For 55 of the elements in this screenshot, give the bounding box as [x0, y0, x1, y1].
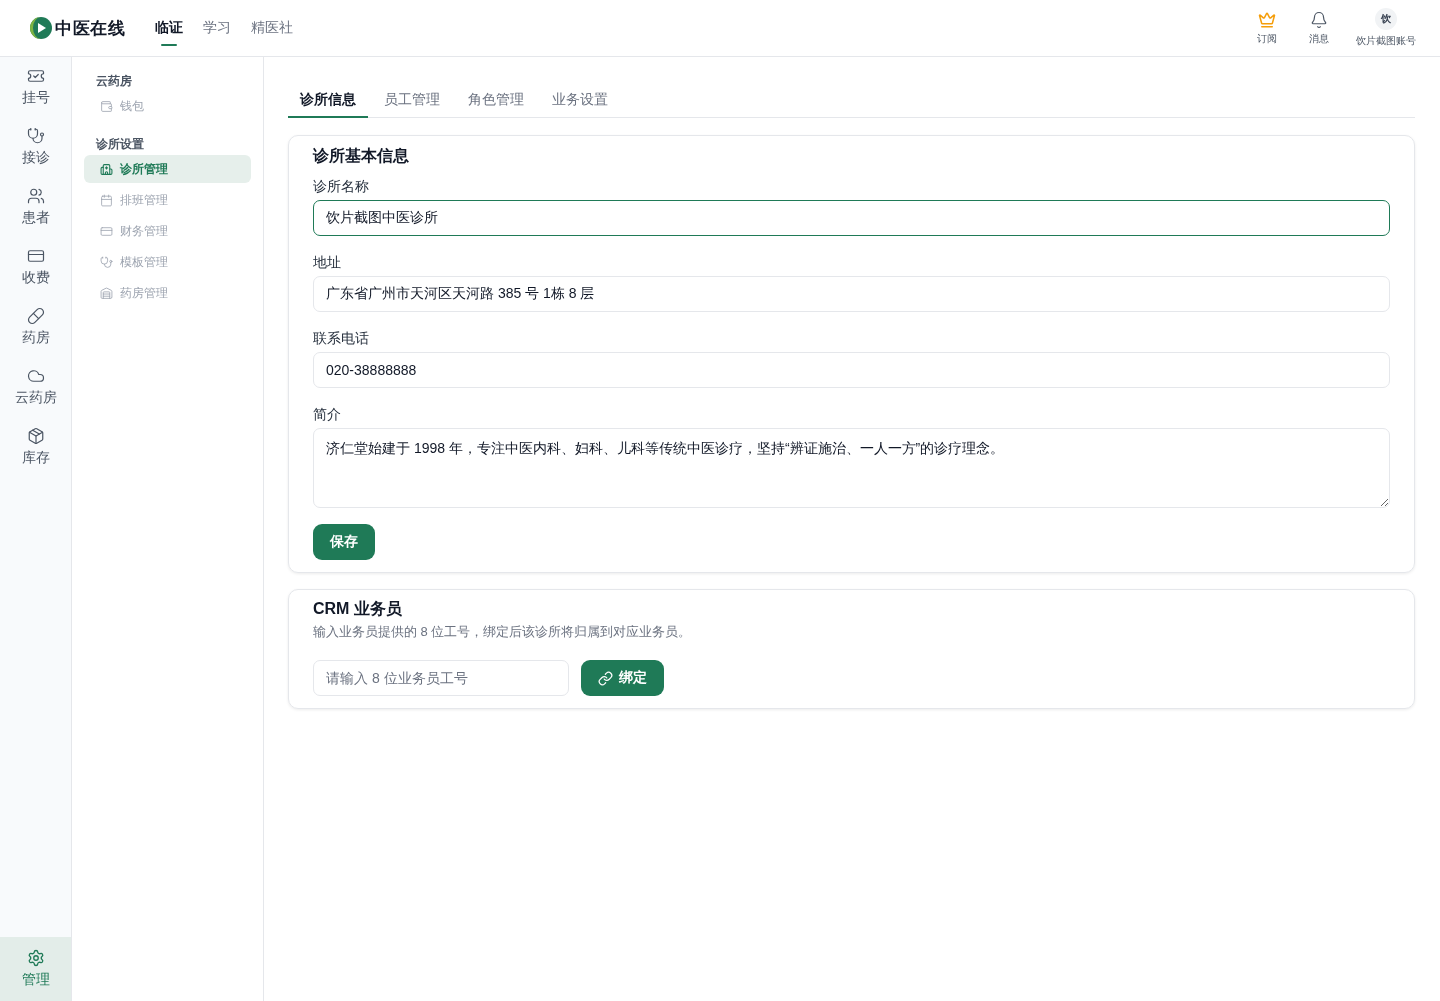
warehouse-icon — [100, 286, 113, 300]
ticket-icon — [26, 67, 45, 85]
card-title: 诊所基本信息 — [313, 146, 410, 166]
tab[interactable]: 员工管理 — [372, 81, 452, 118]
logo-icon — [30, 17, 52, 39]
input-field[interactable]: 饮片截图中医诊所 — [313, 200, 1390, 236]
field-label: 简介 — [313, 405, 342, 424]
field-label: 诊所名称 — [313, 177, 370, 196]
input-field[interactable]: 广东省广州市天河区天河路 385 号 1栋 8 层 — [313, 276, 1390, 312]
save-button[interactable]: 保存 — [313, 524, 375, 560]
rail-item[interactable]: 管理 — [0, 937, 71, 1001]
card-title: CRM 业务员 — [313, 599, 403, 619]
card-description: 输入业务员提供的 8 位工号，绑定后该诊所将归属到对应业务员。 — [313, 623, 693, 641]
rail-item[interactable]: 收费 — [0, 241, 71, 293]
subscribe-button[interactable]: 订阅 — [1252, 10, 1282, 46]
logo-text: 中医在线 — [55, 17, 125, 40]
bell-icon — [1310, 10, 1328, 29]
nav-tab[interactable]: 学习 — [203, 0, 231, 56]
tab[interactable]: 角色管理 — [456, 81, 536, 118]
field-label: 联系电话 — [313, 329, 370, 348]
pill-icon — [26, 307, 45, 325]
messages-button[interactable]: 消息 — [1304, 10, 1334, 46]
tab[interactable]: 业务设置 — [540, 81, 620, 118]
rail-item[interactable]: 接诊 — [0, 121, 71, 173]
stethoscope-icon — [26, 127, 45, 145]
rail-item[interactable]: 云药房 — [0, 361, 71, 413]
link-icon — [598, 670, 613, 686]
nav-tab[interactable]: 精医社 — [251, 0, 293, 56]
group-title: 诊所设置 — [95, 136, 145, 152]
crown-icon — [1258, 10, 1276, 29]
wallet-icon — [100, 99, 113, 113]
field-label: 地址 — [313, 253, 342, 272]
tab[interactable]: 诊所信息 — [288, 81, 368, 118]
card-icon — [100, 224, 113, 238]
input-field[interactable]: 020-38888888 — [313, 352, 1390, 388]
calendar-icon — [100, 193, 113, 207]
input-field[interactable]: 请输入 8 位业务员工号 — [313, 660, 569, 696]
textarea-field[interactable]: 济仁堂始建于 1998 年，专注中医内科、妇科、儿科等传统中医诊疗，坚持“辨证施治、一人一方”的诊疗理念。 — [313, 428, 1390, 508]
rail-item[interactable]: 库存 — [0, 421, 71, 473]
rail-item[interactable]: 患者 — [0, 181, 71, 233]
rail-item[interactable]: 挂号 — [0, 61, 71, 113]
cloud-icon — [26, 367, 45, 385]
stethoscope-icon — [100, 255, 113, 269]
bind-button[interactable]: 绑定 — [581, 660, 664, 696]
building-icon — [100, 162, 113, 176]
users-icon — [26, 187, 45, 205]
sidebar-item[interactable]: 诊所管理 — [84, 155, 251, 183]
account-name: 饮片截图账号 — [1356, 34, 1416, 48]
card-icon — [26, 247, 45, 265]
settings-icon — [26, 949, 45, 967]
rail-item[interactable]: 药房 — [0, 301, 71, 353]
nav-tab[interactable]: 临证 — [155, 0, 183, 56]
group-title: 云药房 — [95, 73, 133, 89]
box-icon — [26, 427, 45, 445]
avatar[interactable]: 饮 — [1375, 8, 1397, 30]
